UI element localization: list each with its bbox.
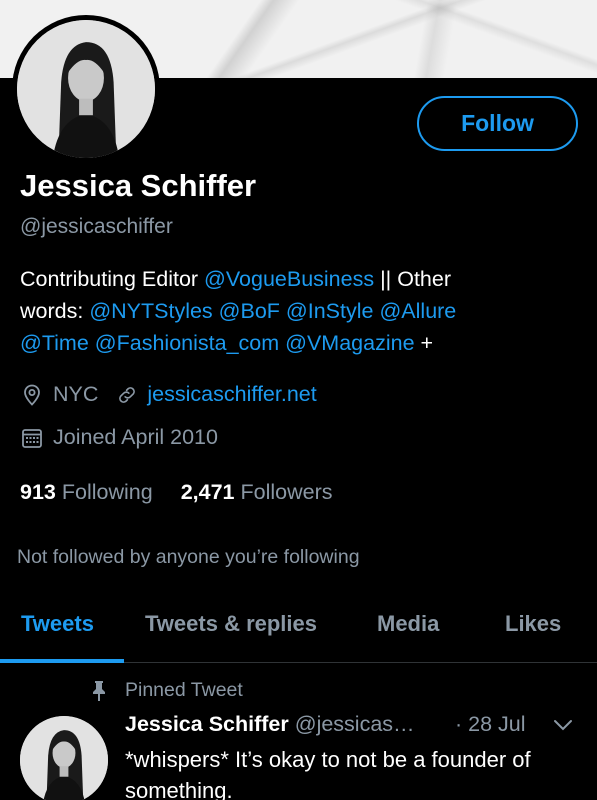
tweet-author-avatar[interactable] [20, 716, 108, 800]
mention-link[interactable]: @VogueBusiness [204, 267, 374, 291]
location-pin-icon [24, 384, 40, 406]
tweet-author-handle[interactable]: @jessicas… [295, 712, 415, 737]
not-followed-notice: Not followed by anyone you’re following [17, 546, 360, 568]
bio-text: || Other [374, 267, 451, 291]
avatar-photo [17, 20, 155, 158]
tweet-header: Jessica Schiffer @jessicas… [125, 712, 415, 737]
profile-joined-row: Joined April 2010 [20, 425, 218, 450]
bio-text: Contributing Editor [20, 267, 205, 291]
profile-bio: Contributing Editor @VogueBusiness || Ot… [20, 263, 580, 359]
link-icon [119, 386, 136, 403]
tweet-author-name[interactable]: Jessica Schiffer [125, 712, 289, 737]
following-label: Following [61, 480, 153, 504]
following-count: 913 [20, 480, 56, 504]
mention-link[interactable]: @Time [20, 331, 89, 355]
mention-link[interactable]: @Allure [379, 299, 456, 323]
follow-button[interactable]: Follow [417, 96, 578, 151]
followers-count: 2,471 [180, 480, 235, 504]
mention-link[interactable]: @InStyle [286, 299, 374, 323]
calendar-icon [22, 428, 42, 448]
pinned-tweet-label: Pinned Tweet [125, 679, 243, 701]
tab-tweets[interactable]: Tweets [21, 611, 94, 637]
following-count-link[interactable]: 913 Following [20, 480, 153, 505]
tab-media[interactable]: Media [377, 611, 439, 637]
mention-link[interactable]: @VMagazine [285, 331, 414, 355]
profile-handle: @jessicaschiffer [20, 215, 173, 238]
tab-tweets-replies[interactable]: Tweets & replies [145, 611, 317, 637]
bio-text: words: [20, 299, 90, 323]
profile-location: NYC [53, 382, 99, 406]
mention-link[interactable]: @Fashionista_com [95, 331, 279, 355]
pin-icon [93, 681, 105, 701]
profile-avatar[interactable] [12, 15, 160, 163]
profile-display-name: Jessica Schiffer [20, 168, 257, 203]
followers-count-link[interactable]: 2,471 Followers [181, 480, 333, 505]
chevron-down-icon[interactable] [552, 718, 574, 732]
avatar-photo [20, 716, 108, 800]
profile-follow-counts: 913 Following 2,471 Followers [20, 480, 332, 505]
profile-location-row: NYC jessicaschiffer.net [20, 382, 317, 407]
mention-link[interactable]: @NYTStyles [89, 299, 212, 323]
mention-link[interactable]: @BoF [219, 299, 280, 323]
followers-label: Followers [240, 480, 333, 504]
profile-joined-date: Joined April 2010 [53, 425, 218, 449]
profile-tabs: Tweets Tweets & replies Media Likes [0, 595, 597, 663]
tweet-date[interactable]: · 28 Jul [455, 712, 526, 737]
tweet-text[interactable]: *whispers* It’s okay to not be a founder… [125, 744, 580, 800]
bio-text: + [414, 331, 434, 355]
profile-website-link[interactable]: jessicaschiffer.net [147, 382, 316, 407]
tab-likes[interactable]: Likes [505, 611, 561, 637]
active-tab-indicator [0, 659, 124, 663]
